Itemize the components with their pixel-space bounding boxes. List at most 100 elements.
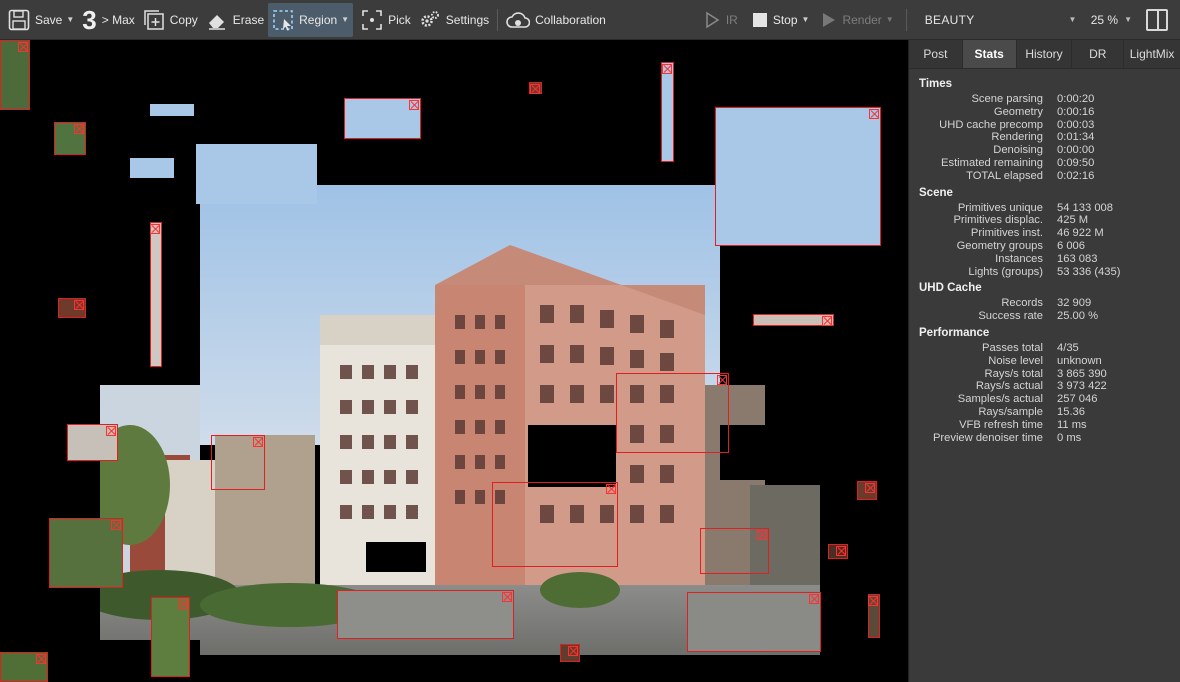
stop-square-icon	[752, 12, 767, 27]
bucket-close-icon	[757, 530, 767, 540]
chevron-down-icon[interactable]: ▼	[886, 15, 894, 24]
chevron-down-icon[interactable]: ▼	[66, 15, 74, 24]
settings-label: Settings	[445, 12, 490, 27]
section-title: Scene	[919, 186, 953, 199]
tab-history[interactable]: History	[1017, 40, 1073, 68]
toolbar-divider	[497, 8, 499, 31]
region-label: Region	[299, 12, 338, 27]
render-bucket	[67, 424, 118, 461]
render-viewport[interactable]	[0, 40, 908, 682]
stat-row: Records 32 909	[1001, 297, 1092, 310]
bucket-close-icon	[74, 300, 84, 310]
tab-dr[interactable]: DR	[1072, 40, 1125, 68]
stat-row: Scene parsing 0:00:20	[971, 93, 1095, 105]
collaboration-label: Collaboration	[535, 12, 606, 27]
render-fragment	[196, 144, 317, 204]
bucket-close-icon	[111, 520, 121, 530]
ir-button[interactable]: IR	[699, 0, 742, 40]
stat-row: Rays/sample 15.36	[978, 405, 1085, 418]
render-bucket	[54, 122, 86, 155]
pick-button[interactable]: Pick	[357, 0, 415, 40]
stat-row: TOTAL elapsed 0:02:16	[966, 169, 1095, 182]
bucket-close-icon	[568, 646, 578, 656]
bucket-close-icon	[717, 375, 727, 385]
render-bucket	[616, 373, 729, 453]
stat-row: Rays/s total 3 865 390	[984, 367, 1107, 380]
bucket-close-icon	[822, 316, 832, 326]
render-bucket	[337, 590, 514, 639]
play-icon	[823, 12, 836, 27]
stat-row: Samples/s actual 257 046	[957, 393, 1098, 406]
render-bucket	[753, 314, 834, 326]
save-button[interactable]: Save ▼	[0, 0, 78, 40]
stat-row: Primitives inst. 46 922 M	[970, 227, 1104, 240]
stat-row: Geometry groups 6 006	[956, 239, 1085, 252]
ir-label: IR	[725, 12, 738, 27]
bucket-close-icon	[178, 599, 188, 609]
copy-icon	[144, 9, 164, 30]
pick-icon	[362, 9, 382, 30]
stat-row: Rays/s actual 3 973 422	[975, 380, 1107, 393]
stat-row: UHD cache precomp 0:00:03	[939, 118, 1095, 131]
copy-button[interactable]: Copy	[139, 0, 202, 40]
gear-icon	[421, 10, 439, 27]
chevron-down-icon[interactable]: ▼	[341, 15, 349, 24]
stat-row: Noise level unknown	[988, 354, 1102, 367]
save-label: Save	[35, 12, 63, 27]
section-title: Performance	[919, 326, 990, 339]
settings-button[interactable]: Settings	[415, 0, 493, 40]
stat-row: Passes total 4/35	[982, 341, 1079, 354]
channel-value: BEAUTY	[924, 12, 975, 27]
region-select-icon	[273, 9, 293, 31]
stop-label: Stop	[772, 12, 798, 27]
toggle-panel-icon[interactable]	[1146, 8, 1168, 31]
erase-button[interactable]: Erase	[202, 0, 268, 40]
tab-post[interactable]: Post	[909, 40, 963, 68]
stat-row: Preview denoiser time 0 ms	[932, 431, 1082, 444]
render-button[interactable]: Render ▼	[817, 0, 897, 40]
stat-row: Rendering 0:01:34	[991, 131, 1095, 144]
render-bucket	[211, 435, 265, 490]
play-outline-icon	[706, 11, 720, 28]
render-bucket	[151, 597, 190, 677]
tab-stats[interactable]: Stats	[962, 40, 1017, 68]
render-bucket	[492, 482, 618, 567]
max-button[interactable]: 3 > Max	[78, 0, 138, 40]
render-bucket	[58, 298, 86, 318]
collaboration-button[interactable]: Collaboration	[502, 0, 610, 40]
tab-lightmix[interactable]: LightMix	[1124, 40, 1180, 68]
eraser-icon	[208, 14, 225, 30]
bucket-close-icon	[868, 596, 878, 606]
render-bucket	[0, 652, 48, 682]
render-label: Render	[842, 12, 882, 27]
section-title: UHD Cache	[919, 282, 982, 295]
render-bucket	[529, 82, 542, 94]
bucket-close-icon	[253, 437, 263, 447]
bucket-close-icon	[150, 224, 160, 234]
channel-select[interactable]: BEAUTY ▼	[911, 6, 1083, 34]
bucket-close-icon	[36, 654, 46, 664]
chevron-down-icon[interactable]: ▼	[802, 15, 810, 24]
panel-tabs: Post Stats History DR LightMix	[909, 40, 1180, 69]
collaboration-cloud-icon	[506, 11, 531, 28]
toolbar-divider	[905, 8, 907, 31]
chevron-down-icon: ▼	[1068, 15, 1077, 24]
max-label: > Max	[101, 12, 135, 27]
stat-row: Geometry 0:00:16	[993, 105, 1095, 118]
bucket-close-icon	[530, 84, 540, 94]
stats-panel: Times Scene parsing 0:00:20 Geometry 0:00:…	[909, 69, 1180, 451]
zoom-select[interactable]: 25 % ▼	[1083, 13, 1140, 27]
bucket-close-icon	[502, 592, 512, 602]
stop-button[interactable]: Stop ▼	[748, 0, 814, 40]
stat-row: Lights (groups) 53 336 (435)	[968, 265, 1121, 278]
stat-row: Primitives displac. 425 M	[953, 214, 1089, 227]
render-bucket	[560, 644, 580, 662]
render-bucket	[661, 62, 674, 162]
max-number: 3	[82, 4, 97, 35]
toolbar: Save ▼ 3 > Max Copy Erase Region ▼ Pick …	[0, 0, 1180, 40]
region-button[interactable]: Region ▼	[268, 2, 354, 37]
section-title: Times	[919, 78, 953, 90]
stat-row: Estimated remaining 0:09:50	[941, 156, 1095, 169]
copy-label: Copy	[169, 12, 198, 27]
stat-row: Denoising 0:00:00	[993, 144, 1095, 157]
